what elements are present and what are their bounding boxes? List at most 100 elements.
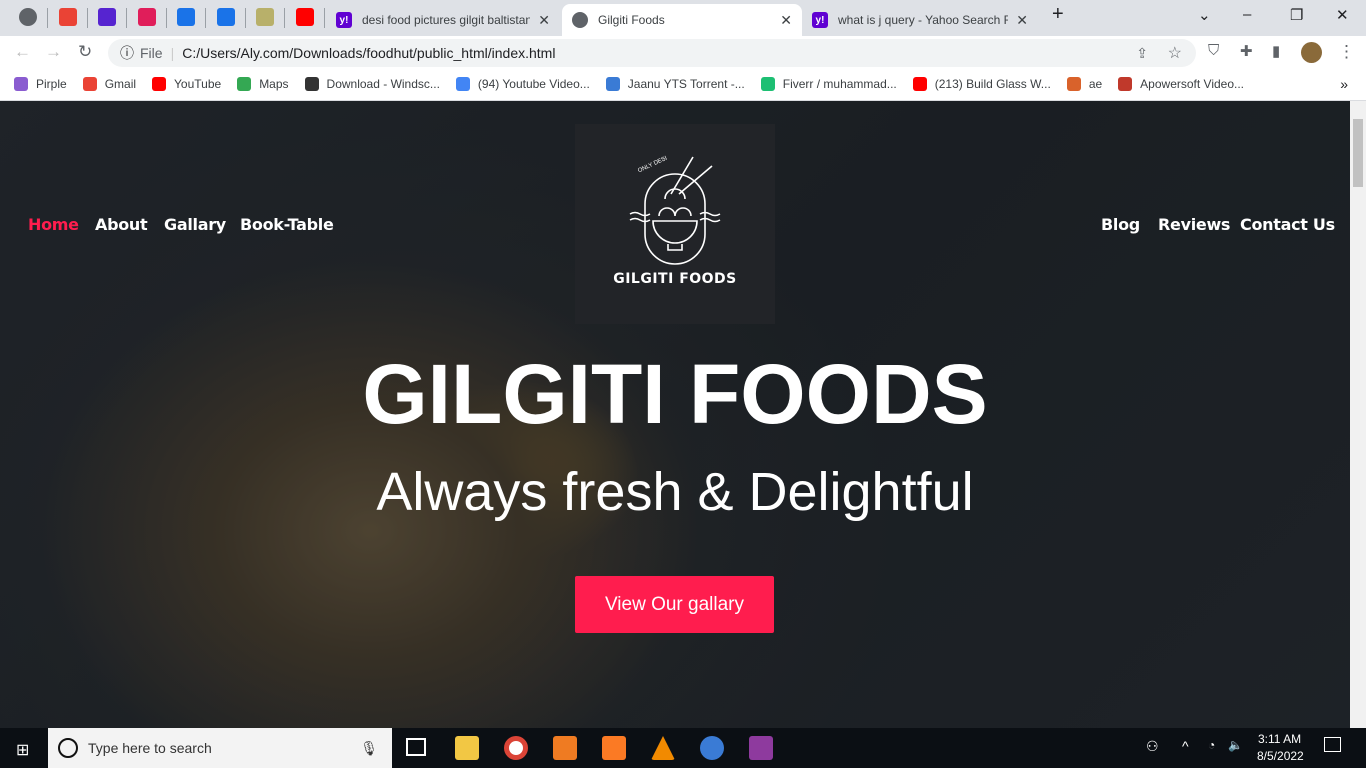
bookmark-label: Jaanu YTS Torrent -... <box>627 77 745 91</box>
bookmark-label: ae <box>1088 77 1103 91</box>
bookmark-item[interactable]: YouTube <box>152 77 221 91</box>
new-tab-button[interactable]: + <box>1052 3 1064 26</box>
bookmark-label: YouTube <box>174 77 222 91</box>
address-bar[interactable]: ⓘ File | C:/Users/Aly.com/Downloads/food… <box>108 39 1196 67</box>
shield-extension-icon[interactable]: ⛉ <box>1208 42 1219 59</box>
nav-book-table[interactable]: Book-Table <box>240 215 334 234</box>
bookmark-item[interactable]: Jaanu YTS Torrent -... <box>605 77 745 91</box>
toolbar: ← → ↻ ⓘ File | C:/Users/Aly.com/Download… <box>0 36 1366 68</box>
bookmark-item[interactable]: (94) Youtube Video... <box>455 77 590 91</box>
site-logo[interactable]: ONLY DESI GILGITI FOODS <box>575 124 775 324</box>
taskbar-search[interactable]: Type here to search 🎙 <box>48 728 392 768</box>
bookmark-item[interactable]: ae <box>1066 77 1103 91</box>
xampp-icon[interactable] <box>602 736 626 760</box>
task-view-icon[interactable] <box>406 738 426 756</box>
scheme-label: File <box>140 45 163 61</box>
nav-blog[interactable]: Blog <box>1101 215 1140 234</box>
bookmark-label: Maps <box>259 77 289 91</box>
nav-gallary[interactable]: Gallary <box>164 215 226 234</box>
slack-icon[interactable] <box>137 8 156 26</box>
bookmark-favicon-icon <box>912 77 927 91</box>
menu-icon[interactable]: ⋮ <box>1338 42 1355 62</box>
nav-reviews[interactable]: Reviews <box>1158 215 1230 234</box>
tab-strip: y! desi food pictures gilgit baltistan ✕ G… <box>0 0 1366 36</box>
notifications-icon[interactable] <box>1324 737 1341 752</box>
wifi-icon[interactable]: ◔ <box>1208 738 1215 752</box>
people-icon[interactable]: ⚇ <box>1146 738 1159 755</box>
reload-button[interactable]: ↻ <box>78 42 92 62</box>
bookmark-item[interactable]: Download - Windsc... <box>304 77 440 91</box>
bookmark-label: Apowersoft Video... <box>1140 77 1245 91</box>
tab-desi-food[interactable]: y! desi food pictures gilgit baltistan ✕ <box>326 4 560 36</box>
tab-search-icon[interactable]: ⌄ <box>1198 6 1211 24</box>
clock-time[interactable]: 3:11 AM <box>1258 732 1301 746</box>
tab-separator <box>284 8 285 28</box>
bookmark-item[interactable]: Maps <box>237 77 289 91</box>
loading-icon[interactable] <box>216 8 235 26</box>
scrollbar[interactable] <box>1350 101 1366 728</box>
file-explorer-icon[interactable] <box>455 736 479 760</box>
bookmarks-bar: Pirple Gmail YouTube Maps Download - Windsc.… <box>0 68 1366 101</box>
tab-separator <box>47 8 48 28</box>
close-window-button[interactable]: ✕ <box>1336 6 1349 24</box>
tab-jquery[interactable]: y! what is j query - Yahoo Search Re ✕ <box>802 4 1038 36</box>
close-icon[interactable]: ✕ <box>780 12 792 29</box>
url-text[interactable]: C:/Users/Aly.com/Downloads/foodhut/publi… <box>182 45 555 61</box>
share-icon[interactable]: ⇪ <box>1136 45 1148 62</box>
tab-separator <box>165 8 167 28</box>
globe-icon <box>572 12 588 28</box>
hero-subtitle: Always fresh & Delightful <box>376 462 974 522</box>
bookmark-favicon-icon <box>1066 77 1081 91</box>
nav-contact-us[interactable]: Contact Us <box>1240 215 1335 234</box>
bookmark-label: Gmail <box>104 77 137 91</box>
close-icon[interactable]: ✕ <box>1016 12 1028 29</box>
gmail-icon[interactable] <box>58 8 77 26</box>
sublime-text-icon[interactable] <box>553 736 577 760</box>
settings-icon[interactable] <box>177 8 195 26</box>
bookmark-item[interactable]: (213) Build Glass W... <box>912 77 1051 91</box>
volume-icon[interactable]: 🔈 <box>1228 738 1243 752</box>
vlc-icon[interactable] <box>651 736 675 760</box>
side-panel-icon[interactable]: ▮ <box>1272 42 1280 60</box>
bookmark-favicon-icon <box>14 77 28 91</box>
tab-gilgiti-foods[interactable]: Gilgiti Foods ✕ <box>562 4 802 36</box>
forward-button[interactable]: → <box>45 42 62 62</box>
back-button[interactable]: ← <box>14 42 31 62</box>
udemy-icon[interactable] <box>98 8 116 26</box>
restore-button[interactable]: ❐ <box>1290 6 1303 24</box>
winrar-icon[interactable] <box>749 736 773 760</box>
chrome-icon[interactable] <box>504 736 528 760</box>
bookmark-item[interactable]: Fiverr / muhammad... <box>760 77 897 91</box>
canva-icon[interactable] <box>700 736 724 760</box>
view-gallery-button[interactable]: View Our gallary <box>575 576 774 633</box>
chevron-up-icon[interactable]: ^ <box>1182 738 1189 754</box>
yahoo-icon: y! <box>812 12 828 28</box>
bookmark-label: Pirple <box>36 77 67 91</box>
search-placeholder: Type here to search <box>88 740 212 756</box>
close-icon[interactable]: ✕ <box>538 12 550 29</box>
taskbar: ⊞ Type here to search 🎙 ⚇ ^ ◔ 🔈 3:11 AM … <box>0 728 1366 768</box>
globe-icon[interactable] <box>19 8 37 26</box>
info-icon[interactable]: ⓘ <box>120 43 134 63</box>
bookmark-label: (213) Build Glass W... <box>934 77 1051 91</box>
bookmark-item[interactable]: Pirple <box>14 77 67 91</box>
divider: | <box>170 45 175 61</box>
clock-date[interactable]: 8/5/2022 <box>1257 749 1304 763</box>
nav-home[interactable]: Home <box>28 215 79 234</box>
bookmark-favicon-icon <box>1118 77 1133 91</box>
youtube-icon[interactable] <box>295 8 314 26</box>
bookmark-item[interactable]: Gmail <box>82 77 137 91</box>
star-icon[interactable]: ☆ <box>1168 43 1182 63</box>
microphone-icon[interactable]: 🎙 <box>360 740 378 757</box>
css-icon[interactable] <box>256 8 274 26</box>
bookmark-item[interactable]: Apowersoft Video... <box>1118 77 1244 91</box>
bookmarks-overflow-button[interactable]: » <box>1340 76 1348 92</box>
windows-start-icon[interactable]: ⊞ <box>16 740 29 760</box>
extensions-icon[interactable]: ✚ <box>1240 42 1253 60</box>
bookmark-label: Fiverr / muhammad... <box>782 77 897 91</box>
avatar[interactable] <box>1301 42 1322 63</box>
nav-about[interactable]: About <box>95 215 148 234</box>
minimize-button[interactable]: – <box>1243 6 1251 23</box>
bookmark-label: (94) Youtube Video... <box>477 77 590 91</box>
scrollbar-thumb[interactable] <box>1353 119 1363 187</box>
